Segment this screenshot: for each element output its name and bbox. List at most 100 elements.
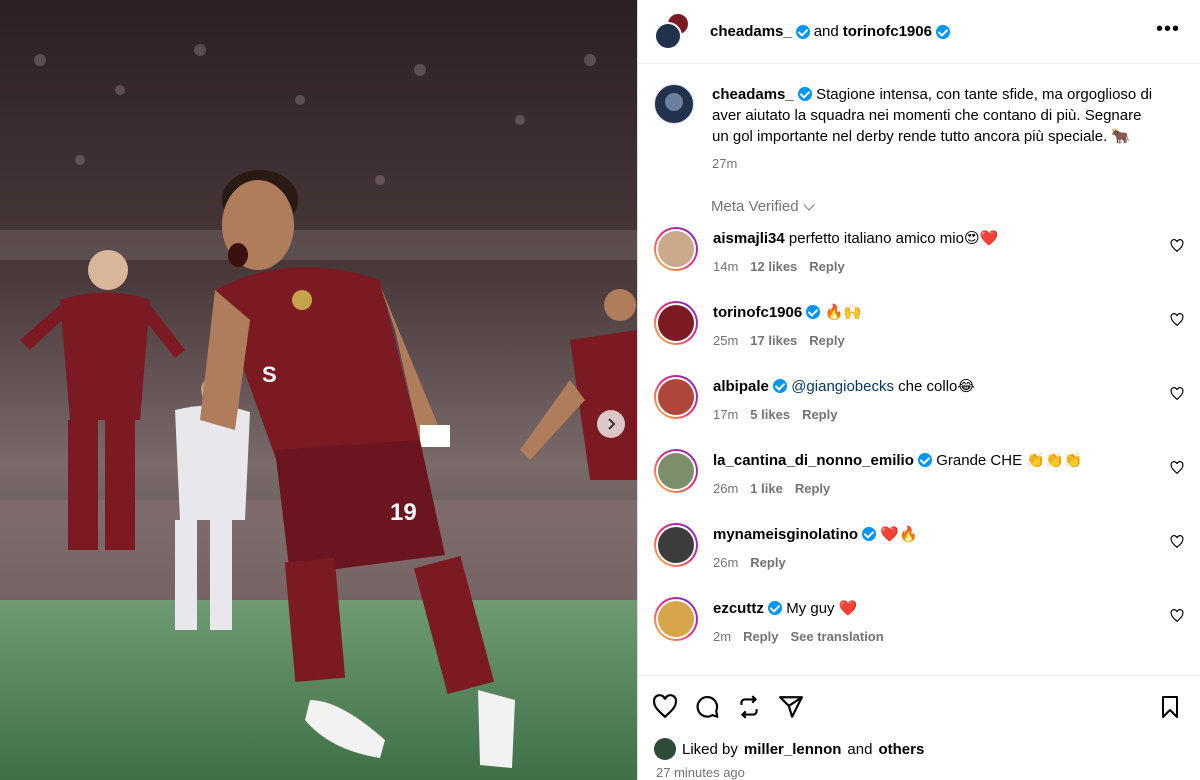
comment-likes[interactable]: 1 like bbox=[750, 479, 783, 499]
comment-likes[interactable]: 12 likes bbox=[750, 257, 797, 277]
comment-like-heart-icon[interactable] bbox=[1170, 239, 1184, 253]
post-dialog: S 19 cheadams_ and torinofc1906 ••• chea… bbox=[0, 0, 1200, 780]
avatar[interactable] bbox=[654, 597, 698, 641]
comment-like-heart-icon[interactable] bbox=[1170, 313, 1184, 327]
verified-badge-icon bbox=[935, 24, 950, 39]
comment-username[interactable]: mynameisginolatino bbox=[713, 526, 858, 543]
collaborator-username[interactable]: torinofc1906 bbox=[843, 23, 932, 40]
avatar[interactable] bbox=[654, 449, 698, 493]
action-bar bbox=[638, 675, 1200, 737]
save-bookmark-icon[interactable] bbox=[1158, 694, 1182, 720]
svg-text:19: 19 bbox=[390, 499, 417, 526]
meta-verified-toggle[interactable]: Meta Verified bbox=[711, 198, 1200, 215]
and-label: and bbox=[847, 740, 873, 758]
comment-time: 17m bbox=[713, 407, 739, 422]
comment-item: albipale @giangiobecks che collo😂 17m 5 li… bbox=[638, 375, 1200, 449]
reply-button[interactable]: Reply bbox=[809, 331, 844, 351]
comments-scroll-area[interactable]: cheadams_ Stagione intensa, con tante sf… bbox=[638, 64, 1200, 675]
comment-like-heart-icon[interactable] bbox=[1170, 387, 1184, 401]
photo-illustration: S 19 bbox=[0, 0, 637, 780]
collab-avatars[interactable] bbox=[654, 11, 694, 52]
avatar[interactable] bbox=[654, 227, 698, 271]
comment-time: 2m bbox=[713, 629, 732, 644]
avatar[interactable] bbox=[654, 21, 682, 50]
comment-username[interactable]: ezcuttz bbox=[713, 600, 764, 617]
avatar[interactable] bbox=[654, 301, 698, 345]
meta-verified-label: Meta Verified bbox=[711, 198, 799, 215]
verified-badge-icon bbox=[768, 601, 783, 615]
post-timestamp: 27 minutes ago bbox=[656, 765, 745, 780]
comment-text: perfetto italiano amico mio😍❤️ bbox=[788, 230, 999, 247]
comment-time: 14m bbox=[713, 259, 739, 274]
repost-icon[interactable] bbox=[736, 694, 762, 720]
reply-button[interactable]: Reply bbox=[809, 257, 844, 277]
comment-time: 26m bbox=[713, 481, 739, 496]
post-header: cheadams_ and torinofc1906 ••• bbox=[638, 0, 1200, 64]
comment-icon[interactable] bbox=[694, 694, 720, 720]
post-photo[interactable]: S 19 bbox=[0, 0, 637, 780]
comment-list: aismajli34 perfetto italiano amico mio😍❤… bbox=[638, 227, 1200, 671]
caption-username[interactable]: cheadams_ bbox=[712, 86, 794, 103]
verified-badge-icon bbox=[806, 305, 821, 319]
avatar[interactable] bbox=[654, 738, 676, 760]
share-send-icon[interactable] bbox=[778, 694, 804, 720]
liked-by-label: Liked by bbox=[682, 740, 738, 758]
author-username[interactable]: cheadams_ bbox=[710, 23, 792, 40]
comment-item: la_cantina_di_nonno_emilio Grande CHE 👏👏… bbox=[638, 449, 1200, 523]
comment-mention[interactable]: @giangiobecks bbox=[791, 378, 894, 395]
more-options-button[interactable]: ••• bbox=[1156, 19, 1180, 39]
comment-text: My guy ❤️ bbox=[786, 600, 858, 617]
avatar-image bbox=[656, 229, 696, 269]
avatar-image bbox=[656, 525, 696, 565]
caption-time: 27m bbox=[712, 156, 738, 171]
post-side-panel: cheadams_ and torinofc1906 ••• cheadams_… bbox=[637, 0, 1200, 780]
avatar-image bbox=[656, 303, 696, 343]
comment-text: Grande CHE 👏👏👏 bbox=[936, 452, 1083, 469]
verified-badge-icon bbox=[918, 453, 933, 467]
verified-badge-icon bbox=[795, 24, 810, 39]
comment-item: torinofc1906 🔥🙌 25m 17 likes Reply bbox=[638, 301, 1200, 375]
comment-item: ezcuttz My guy ❤️ 2m Reply See translation bbox=[638, 597, 1200, 671]
comment-username[interactable]: albipale bbox=[713, 378, 769, 395]
svg-text:S: S bbox=[262, 362, 277, 387]
post-caption: cheadams_ Stagione intensa, con tante sf… bbox=[638, 64, 1200, 174]
avatar[interactable] bbox=[654, 84, 694, 124]
and-text: and bbox=[813, 23, 839, 40]
comment-likes[interactable]: 17 likes bbox=[750, 331, 797, 351]
comment-username[interactable]: torinofc1906 bbox=[713, 304, 802, 321]
verified-badge-icon bbox=[797, 87, 812, 101]
verified-badge-icon bbox=[773, 379, 788, 393]
comment-like-heart-icon[interactable] bbox=[1170, 609, 1184, 623]
reply-button[interactable]: Reply bbox=[750, 553, 785, 573]
avatar[interactable] bbox=[654, 375, 698, 419]
reply-button[interactable]: Reply bbox=[802, 405, 837, 425]
chevron-down-icon bbox=[802, 198, 815, 211]
avatar[interactable] bbox=[654, 523, 698, 567]
comment-likes[interactable]: 5 likes bbox=[750, 405, 790, 425]
comment-text: 🔥🙌 bbox=[824, 304, 862, 321]
comment-likes[interactable]: Reply bbox=[743, 627, 778, 647]
comment-like-heart-icon[interactable] bbox=[1170, 461, 1184, 475]
comment-username[interactable]: aismajli34 bbox=[713, 230, 785, 247]
comment-text: ❤️🔥 bbox=[880, 526, 918, 543]
post-authors: cheadams_ and torinofc1906 bbox=[710, 23, 950, 40]
comment-time: 26m bbox=[713, 555, 739, 570]
comment-text: che collo😂 bbox=[898, 378, 975, 395]
comment-time: 25m bbox=[713, 333, 739, 348]
liked-user-link[interactable]: miller_lennon bbox=[744, 741, 842, 758]
avatar-image bbox=[656, 377, 696, 417]
comment-item: mynameisginolatino ❤️🔥 26m Reply bbox=[638, 523, 1200, 597]
reply-button[interactable]: Reply bbox=[795, 479, 830, 499]
avatar-image bbox=[656, 451, 696, 491]
comment-item: aismajli34 perfetto italiano amico mio😍❤… bbox=[638, 227, 1200, 301]
comment-like-heart-icon[interactable] bbox=[1170, 535, 1184, 549]
avatar-image bbox=[656, 599, 696, 639]
likes-summary: Liked by miller_lennon and others bbox=[638, 737, 1200, 761]
others-link[interactable]: others bbox=[878, 741, 924, 758]
next-photo-button[interactable] bbox=[597, 410, 625, 438]
verified-badge-icon bbox=[862, 527, 877, 541]
comment-username[interactable]: la_cantina_di_nonno_emilio bbox=[713, 452, 914, 469]
chevron-right-icon bbox=[608, 418, 616, 430]
reply-button[interactable]: See translation bbox=[790, 627, 883, 647]
like-heart-icon[interactable] bbox=[652, 693, 678, 720]
